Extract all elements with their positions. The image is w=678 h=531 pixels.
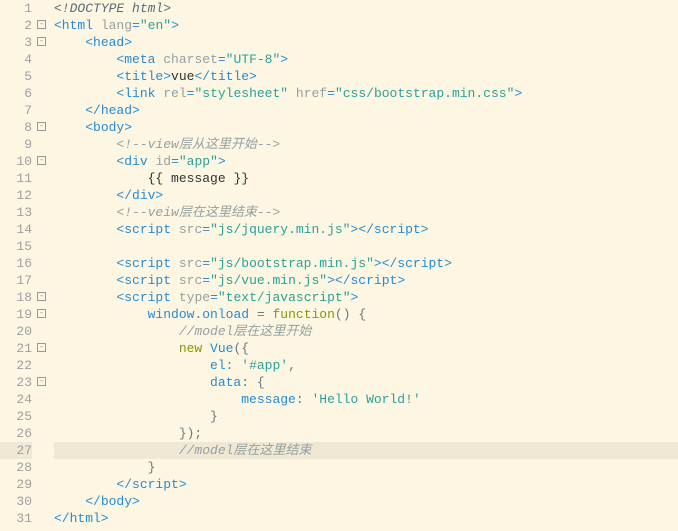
line-number[interactable]: 2 bbox=[0, 17, 32, 34]
line-number-gutter[interactable]: 1234567891011121314151617181920212223242… bbox=[0, 0, 36, 527]
line-number[interactable]: 25 bbox=[0, 408, 32, 425]
line-number[interactable]: 23 bbox=[0, 374, 32, 391]
code-line[interactable]: </body> bbox=[54, 493, 678, 510]
code-line[interactable]: <!--view层从这里开始--> bbox=[54, 136, 678, 153]
line-number[interactable]: 31 bbox=[0, 510, 32, 527]
fold-marker-icon[interactable]: - bbox=[37, 343, 46, 352]
line-number[interactable]: 18 bbox=[0, 289, 32, 306]
line-number[interactable]: 21 bbox=[0, 340, 32, 357]
fold-marker-icon[interactable]: - bbox=[37, 309, 46, 318]
code-line[interactable]: {{ message }} bbox=[54, 170, 678, 187]
code-line[interactable]: </html> bbox=[54, 510, 678, 527]
line-number[interactable]: 11 bbox=[0, 170, 32, 187]
code-line[interactable]: <div id="app"> bbox=[54, 153, 678, 170]
code-line[interactable]: <link rel="stylesheet" href="css/bootstr… bbox=[54, 85, 678, 102]
code-line[interactable]: <!--veiw层在这里结束--> bbox=[54, 204, 678, 221]
code-line[interactable]: </script> bbox=[54, 476, 678, 493]
line-number[interactable]: 4 bbox=[0, 51, 32, 68]
fold-marker-icon[interactable]: - bbox=[37, 156, 46, 165]
code-line[interactable]: el: '#app', bbox=[54, 357, 678, 374]
code-line[interactable]: <head> bbox=[54, 34, 678, 51]
code-line[interactable]: //model层在这里开始 bbox=[54, 323, 678, 340]
line-number[interactable]: 3 bbox=[0, 34, 32, 51]
line-number[interactable]: 9 bbox=[0, 136, 32, 153]
line-number[interactable]: 13 bbox=[0, 204, 32, 221]
code-line[interactable]: <html lang="en"> bbox=[54, 17, 678, 34]
line-number[interactable]: 15 bbox=[0, 238, 32, 255]
code-line[interactable]: </div> bbox=[54, 187, 678, 204]
code-line[interactable]: } bbox=[54, 408, 678, 425]
code-line[interactable]: <meta charset="UTF-8"> bbox=[54, 51, 678, 68]
code-line[interactable]: window.onload = function() { bbox=[54, 306, 678, 323]
fold-marker-icon[interactable]: - bbox=[37, 377, 46, 386]
fold-marker-icon[interactable]: - bbox=[37, 20, 46, 29]
code-line[interactable]: <script type="text/javascript"> bbox=[54, 289, 678, 306]
line-number[interactable]: 16 bbox=[0, 255, 32, 272]
fold-gutter[interactable]: - - - - - - - - bbox=[36, 0, 48, 527]
fold-marker-icon[interactable]: - bbox=[37, 292, 46, 301]
line-number[interactable]: 12 bbox=[0, 187, 32, 204]
line-number[interactable]: 10 bbox=[0, 153, 32, 170]
line-number[interactable]: 20 bbox=[0, 323, 32, 340]
line-number[interactable]: 7 bbox=[0, 102, 32, 119]
line-number[interactable]: 5 bbox=[0, 68, 32, 85]
code-line[interactable] bbox=[54, 238, 678, 255]
fold-marker-icon[interactable]: - bbox=[37, 37, 46, 46]
line-number[interactable]: 30 bbox=[0, 493, 32, 510]
code-line[interactable]: <body> bbox=[54, 119, 678, 136]
line-number[interactable]: 29 bbox=[0, 476, 32, 493]
code-line[interactable]: <script src="js/vue.min.js"></script> bbox=[54, 272, 678, 289]
line-number[interactable]: 26 bbox=[0, 425, 32, 442]
code-line[interactable]: data: { bbox=[54, 374, 678, 391]
line-number[interactable]: 17 bbox=[0, 272, 32, 289]
code-line[interactable]: </head> bbox=[54, 102, 678, 119]
code-line[interactable]: } bbox=[54, 459, 678, 476]
code-editor[interactable]: 1234567891011121314151617181920212223242… bbox=[0, 0, 678, 527]
line-number[interactable]: 19 bbox=[0, 306, 32, 323]
code-line[interactable]: <script src="js/jquery.min.js"></script> bbox=[54, 221, 678, 238]
code-line[interactable]: <script src="js/bootstrap.min.js"></scri… bbox=[54, 255, 678, 272]
code-line[interactable]: <title>vue</title> bbox=[54, 68, 678, 85]
code-line[interactable]: new Vue({ bbox=[54, 340, 678, 357]
line-number[interactable]: 28 bbox=[0, 459, 32, 476]
line-number[interactable]: 1 bbox=[0, 0, 32, 17]
code-area[interactable]: <!DOCTYPE html><html lang="en"> <head> <… bbox=[48, 0, 678, 527]
line-number[interactable]: 24 bbox=[0, 391, 32, 408]
line-number[interactable]: 6 bbox=[0, 85, 32, 102]
code-line[interactable]: message: 'Hello World!' bbox=[54, 391, 678, 408]
code-line[interactable]: <!DOCTYPE html> bbox=[54, 0, 678, 17]
code-line[interactable]: }); bbox=[54, 425, 678, 442]
fold-marker-icon[interactable]: - bbox=[37, 122, 46, 131]
line-number[interactable]: 8 bbox=[0, 119, 32, 136]
line-number[interactable]: 27 bbox=[0, 442, 32, 459]
code-line[interactable]: //model层在这里结束 bbox=[54, 442, 678, 459]
line-number[interactable]: 22 bbox=[0, 357, 32, 374]
line-number[interactable]: 14 bbox=[0, 221, 32, 238]
